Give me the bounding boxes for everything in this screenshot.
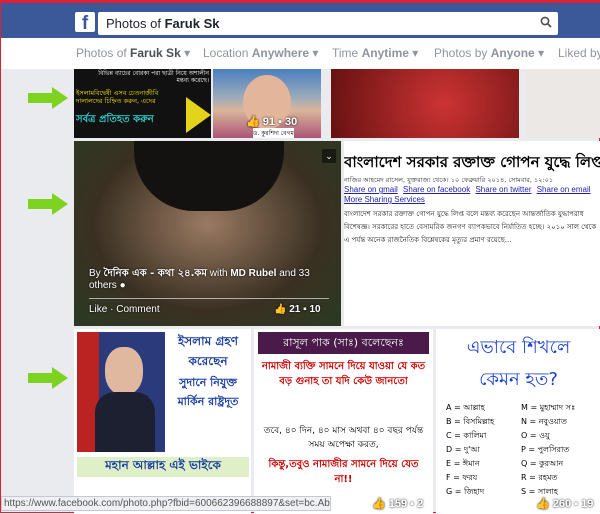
alphabet-pair: O = ওযু <box>521 431 550 440</box>
more-sharing-services-link[interactable]: More Sharing Services <box>344 195 425 204</box>
comment-link[interactable]: Comment <box>116 304 159 315</box>
alphabet-pair: P = পুলসিরাত <box>521 445 570 454</box>
share-email-link[interactable]: Share on email <box>537 185 591 194</box>
photo-tile[interactable]: এভাবে শিখলে কেমন হত? A = আল্লাহ M = মুহাম… <box>436 329 600 514</box>
alphabet-pair: B = বিসমিল্লাহ <box>446 417 495 426</box>
hair <box>134 141 284 211</box>
photo-tile[interactable] <box>331 69 519 138</box>
reaction-counts: 👍 21 ▪ 10 <box>274 304 321 315</box>
top-bar: f Photos of Faruk Sk <box>1 1 600 38</box>
alphabet-pair: Q = কুরআন <box>521 459 564 468</box>
reaction-counts: 👍 91 ▪ 30 <box>246 116 298 128</box>
photo-tile[interactable]: 👍 91 ▪ 30 ড. কুরশিদা বেগম <box>213 69 321 138</box>
filter-liked-by[interactable]: Liked by <box>558 46 600 60</box>
alphabet-pair: G = জিহাদ <box>446 487 485 496</box>
reaction-counts: 👍 260 ▪ 19 <box>536 498 594 510</box>
photo-tile[interactable] <box>526 69 600 138</box>
search-input[interactable]: Photos of Faruk Sk <box>98 12 558 35</box>
play-triangle-icon <box>186 97 211 133</box>
filter-bar: Photos of Faruk Sk ▾ Location Anywhere ▾… <box>1 38 600 69</box>
like-link[interactable]: Like <box>89 304 107 315</box>
divider <box>89 298 329 299</box>
filter-time[interactable]: Time Anytime ▾ <box>332 46 418 60</box>
globe-icon: ● <box>119 280 126 291</box>
alphabet-pair: R = রহমত <box>521 473 558 482</box>
filter-location[interactable]: Location Anywhere ▾ <box>203 46 318 60</box>
alphabet-pair: F = ফরয <box>446 473 478 482</box>
share-gmail-link[interactable]: Share on gmail <box>344 185 398 194</box>
alphabet-list: A = আল্লাহ M = মুহাম্মাদ সঃ B = বিসমিল্লাহ… <box>446 401 596 499</box>
alphabet-pair: A = আল্লাহ <box>446 403 485 412</box>
alphabet-pair: D = দু'আ <box>446 445 480 454</box>
photo-tile[interactable]: ইসলাম গ্রহণ করেছেন সুদানে নিযুক্ত মার্কি… <box>74 329 251 514</box>
person-link[interactable]: MD Rubel <box>230 268 276 279</box>
alphabet-pair: N = নবুওয়াত <box>521 417 567 426</box>
photo-tile[interactable]: বাংলাদেশ সরকার রক্তাক্ত গোপন যুদ্ধে লিপ্… <box>344 141 600 326</box>
filter-photos-by[interactable]: Photos by Anyone ▾ <box>434 46 544 60</box>
reaction-counts: 👍 159 ▪ 2 <box>372 498 424 510</box>
share-twitter-link[interactable]: Share on twitter <box>475 185 531 194</box>
status-bar-url: https://www.facebook.com/photo.php?fbid=… <box>1 496 331 511</box>
green-arrow-icon <box>28 87 68 109</box>
green-arrow-icon <box>28 367 68 389</box>
chevron-down-icon[interactable]: ⌄ <box>322 149 336 163</box>
photo-tile-selected[interactable]: ⌄ By দৈনিক এক - কথা ২৪.কম with MD Rubel … <box>74 141 341 326</box>
facebook-logo[interactable]: f <box>75 12 95 32</box>
alphabet-pair: C = কালিমা <box>446 431 487 440</box>
filter-photos-of[interactable]: Photos of Faruk Sk ▾ <box>76 46 190 60</box>
alphabet-pair: M = মুহাম্মাদ সঃ <box>521 403 576 412</box>
ambassador-photo <box>77 332 165 452</box>
page-link[interactable]: দৈনিক এক - কথা ২৪.কম <box>103 268 207 279</box>
share-links: Share on gmail Share on facebook Share o… <box>344 185 599 205</box>
share-facebook-link[interactable]: Share on facebook <box>403 185 470 194</box>
photo-tile[interactable]: বিভিন্ন ব্যাচের বোরকা পরা ছাত্রী নিয়ে অ… <box>74 69 211 138</box>
search-icon[interactable] <box>540 16 552 28</box>
alphabet-pair: E = ঈমান <box>446 459 480 468</box>
photo-tile[interactable]: রাসূল পাক (সাঃ) বলেছেনঃ নামাজী ব্যক্তি স… <box>254 329 433 514</box>
green-arrow-icon <box>28 193 68 215</box>
